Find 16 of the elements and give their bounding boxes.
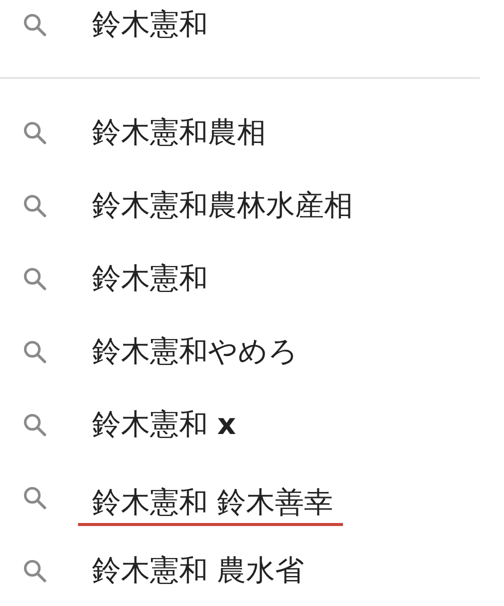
search-query[interactable]: 鈴木憲和 [92, 5, 208, 45]
suggestion-item[interactable]: 鈴木憲和 農水省 [92, 552, 304, 586]
suggestion-item[interactable]: 鈴木憲和農相 [92, 114, 266, 148]
suggestion-item[interactable]: 鈴木憲和やめろ [92, 334, 298, 368]
search-icon [22, 338, 48, 364]
suggestion-item[interactable]: 鈴木憲和 [92, 260, 208, 294]
search-icon [22, 120, 48, 146]
search-icon [22, 192, 48, 218]
search-icon [22, 558, 48, 584]
suggestion-item[interactable]: 鈴木憲和農林水産相 [92, 188, 353, 222]
suggestion-item[interactable]: 鈴木憲和 x [92, 406, 236, 440]
search-icon [22, 266, 48, 292]
search-icon [22, 484, 48, 510]
search-icon [22, 12, 48, 38]
suggestion-item[interactable]: 鈴木憲和 鈴木善幸 [78, 484, 344, 526]
search-icon [22, 412, 48, 438]
